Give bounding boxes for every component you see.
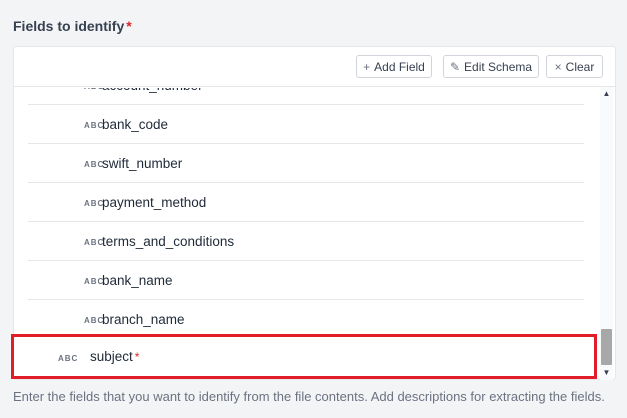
scroll-down-arrow-icon[interactable]: ▼: [600, 368, 613, 378]
field-name: bank_code: [102, 116, 169, 132]
text-type-icon: ABC: [84, 121, 105, 130]
scroll-up-arrow-icon[interactable]: ▲: [600, 89, 613, 99]
text-type-icon: ABC: [84, 160, 105, 169]
text-type-icon: ABC: [84, 199, 105, 208]
text-type-icon: ABC: [84, 277, 105, 286]
fields-panel: + Add Field ✎ Edit Schema × Clear ABC ac…: [13, 46, 616, 380]
text-type-icon: ABC: [56, 88, 104, 91]
field-name: account_number: [102, 88, 203, 93]
field-row[interactable]: ABC payment_method: [28, 183, 584, 222]
field-name: branch_name: [102, 311, 185, 327]
fields-toolbar: + Add Field ✎ Edit Schema × Clear: [14, 47, 615, 87]
required-asterisk: *: [126, 18, 132, 34]
add-field-button[interactable]: + Add Field: [356, 55, 432, 78]
selected-field-row[interactable]: ABC subject *: [11, 334, 597, 379]
field-row[interactable]: ABC swift_number: [28, 144, 584, 183]
field-name: swift_number: [102, 155, 183, 171]
field-name: bank_name: [102, 272, 173, 288]
clear-button[interactable]: × Clear: [546, 55, 603, 78]
field-row[interactable]: ABC account_number: [28, 88, 584, 105]
add-field-label: Add Field: [374, 59, 425, 74]
edit-schema-label: Edit Schema: [464, 59, 533, 74]
field-name: subject: [90, 349, 133, 364]
text-type-icon: ABC: [84, 238, 105, 247]
scrollbar-thumb[interactable]: [601, 329, 612, 365]
text-type-icon: ABC: [58, 353, 79, 363]
text-type-icon: ABC: [84, 316, 105, 325]
plus-icon: +: [363, 59, 371, 74]
close-icon: ×: [554, 59, 562, 74]
clear-label: Clear: [565, 59, 595, 74]
field-name: payment_method: [102, 194, 207, 210]
pencil-icon: ✎: [449, 59, 461, 74]
field-row[interactable]: ABC bank_code: [28, 105, 584, 144]
helper-text: Enter the fields that you want to identi…: [13, 389, 605, 404]
fields-scrollbar[interactable]: ▲ ▼: [600, 87, 613, 380]
edit-schema-button[interactable]: ✎ Edit Schema: [443, 55, 539, 78]
field-row[interactable]: ABC terms_and_conditions: [28, 222, 584, 261]
section-title-text: Fields to identify: [13, 18, 125, 34]
field-name: terms_and_conditions: [102, 233, 235, 249]
section-title: Fields to identify *: [13, 18, 132, 34]
field-row[interactable]: ABC bank_name: [28, 261, 584, 300]
required-asterisk: *: [134, 349, 140, 364]
